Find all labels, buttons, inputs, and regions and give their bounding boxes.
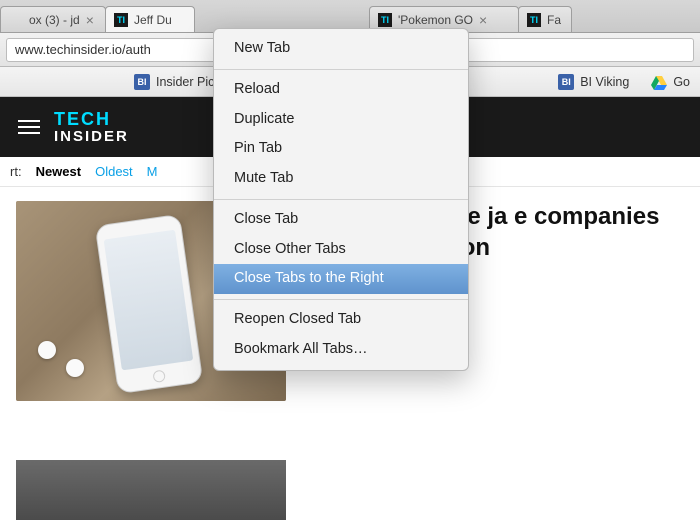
tab-jeff[interactable]: TI Jeff Du xyxy=(105,6,195,32)
tab-fa[interactable]: TI Fa xyxy=(518,6,572,32)
sort-newest[interactable]: Newest xyxy=(36,164,82,179)
close-icon[interactable]: × xyxy=(479,13,487,27)
tab-title: 'Pokemon GO xyxy=(398,13,473,27)
menu-separator xyxy=(214,199,468,200)
bi-icon: BI xyxy=(558,74,574,90)
favicon-icon: TI xyxy=(378,13,392,27)
earbuds-icon xyxy=(28,321,148,401)
hamburger-icon[interactable] xyxy=(18,120,40,134)
tab-context-menu: New Tab Reload Duplicate Pin Tab Mute Ta… xyxy=(213,28,469,371)
menu-close-tab[interactable]: Close Tab xyxy=(214,205,468,235)
menu-pin-tab[interactable]: Pin Tab xyxy=(214,134,468,164)
bookmark-label: BI Viking xyxy=(580,75,629,89)
menu-separator xyxy=(214,299,468,300)
menu-mute-tab[interactable]: Mute Tab xyxy=(214,164,468,194)
logo-line1: TECH xyxy=(54,109,129,130)
close-icon[interactable]: × xyxy=(86,13,94,27)
favicon-icon: TI xyxy=(527,13,541,27)
tab-title: ox (3) - jd xyxy=(29,13,80,27)
favicon-icon: TI xyxy=(114,13,128,27)
sort-oldest[interactable]: Oldest xyxy=(95,164,133,179)
menu-bookmark-all[interactable]: Bookmark All Tabs… xyxy=(214,335,468,365)
bookmark-bi-viking[interactable]: BI BI Viking xyxy=(554,71,633,93)
gdrive-icon xyxy=(651,74,667,90)
tab-title: Jeff Du xyxy=(134,13,172,27)
tab-inbox[interactable]: ox (3) - jd × xyxy=(0,6,106,32)
bi-icon: BI xyxy=(134,74,150,90)
bookmark-google-drive[interactable]: Go xyxy=(647,71,694,93)
menu-duplicate[interactable]: Duplicate xyxy=(214,105,468,135)
site-logo[interactable]: TECH INSIDER xyxy=(54,109,129,145)
url-text: www.techinsider.io/auth xyxy=(15,42,151,57)
menu-reload[interactable]: Reload xyxy=(214,75,468,105)
menu-new-tab[interactable]: New Tab xyxy=(214,34,468,64)
menu-close-other[interactable]: Close Other Tabs xyxy=(214,235,468,265)
bookmark-label: Go xyxy=(673,75,690,89)
menu-close-right[interactable]: Close Tabs to the Right xyxy=(214,264,468,294)
sort-more[interactable]: M xyxy=(147,164,158,179)
menu-separator xyxy=(214,69,468,70)
favicon-icon xyxy=(9,13,23,27)
menu-reopen[interactable]: Reopen Closed Tab xyxy=(214,305,468,335)
tab-title: Fa xyxy=(547,13,561,27)
sort-label: rt: xyxy=(10,164,22,179)
logo-line2: INSIDER xyxy=(54,128,129,145)
article-thumbnail-2[interactable] xyxy=(16,460,286,520)
